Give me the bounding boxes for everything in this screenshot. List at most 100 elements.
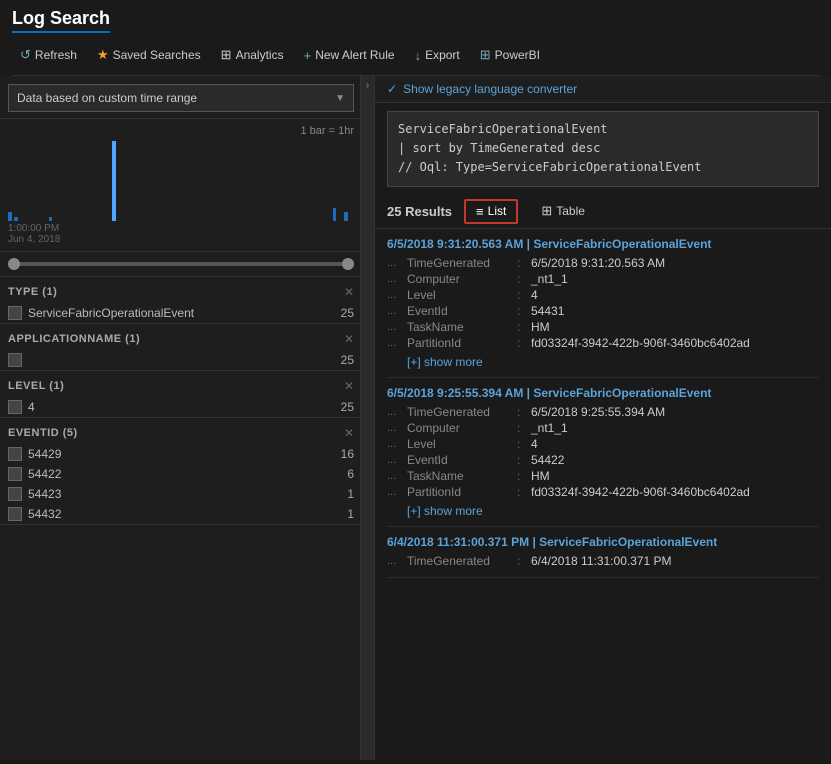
filter-label: 54423 [28, 487, 61, 501]
filter-item-left [8, 353, 28, 367]
result-field: ... TimeGenerated : 6/5/2018 9:25:55.394… [387, 404, 819, 420]
filters-container: TYPE (1)✕ ServiceFabricOperationalEvent … [0, 277, 374, 525]
field-expand-icon[interactable]: ... [387, 406, 407, 418]
field-expand-icon[interactable]: ... [387, 337, 407, 349]
range-slider [8, 262, 354, 266]
chart-bar [333, 208, 337, 221]
result-title[interactable]: 6/5/2018 9:31:20.563 AM | ServiceFabricO… [387, 237, 819, 251]
powerbi-button[interactable]: ⊞ PowerBI [472, 43, 548, 67]
result-title[interactable]: 6/4/2018 11:31:00.371 PM | ServiceFabric… [387, 535, 819, 549]
filter-checkbox[interactable] [8, 507, 22, 521]
field-name: TimeGenerated [407, 405, 517, 419]
field-expand-icon[interactable]: ... [387, 438, 407, 450]
filter-count: 25 [341, 400, 354, 414]
slider-thumb-left[interactable] [8, 258, 20, 270]
level-filter-header[interactable]: LEVEL (1)✕ [8, 371, 354, 397]
header: Log Search ↺ Refresh ★ Saved Searches ⊞ … [0, 0, 831, 76]
filter-checkbox[interactable] [8, 400, 22, 414]
saved-searches-button[interactable]: ★ Saved Searches [89, 43, 209, 67]
field-name: Computer [407, 421, 517, 435]
field-expand-icon[interactable]: ... [387, 305, 407, 317]
plus-icon: + [304, 48, 312, 63]
field-name: TimeGenerated [407, 554, 517, 568]
result-field: ... EventId : 54422 [387, 452, 819, 468]
filter-item: 54432 1 [8, 504, 354, 524]
export-button[interactable]: ↓ Export [407, 44, 468, 67]
show-more-link[interactable]: [+] show more [387, 500, 819, 518]
result-field: ... TimeGenerated : 6/4/2018 11:31:00.37… [387, 553, 819, 569]
field-expand-icon[interactable]: ... [387, 273, 407, 285]
export-icon: ↓ [415, 48, 422, 63]
filter-item-left: 54429 [8, 447, 61, 461]
result-title[interactable]: 6/5/2018 9:25:55.394 AM | ServiceFabricO… [387, 386, 819, 400]
list-icon: ≡ [476, 204, 484, 219]
list-view-button[interactable]: ≡ List [464, 199, 518, 224]
collapse-panel-button[interactable]: › [360, 76, 374, 760]
filter-close-0-icon[interactable]: ✕ [344, 285, 354, 299]
eventid-filter-header[interactable]: EVENTID (5)✕ [8, 418, 354, 444]
new-alert-rule-button[interactable]: + New Alert Rule [296, 44, 403, 67]
field-expand-icon[interactable]: ... [387, 486, 407, 498]
field-value: fd03324f-3942-422b-906f-3460bc6402ad [531, 485, 750, 499]
field-value: 4 [531, 437, 538, 451]
chevron-right-icon: › [366, 80, 369, 91]
field-sep: : [517, 437, 531, 451]
field-expand-icon[interactable]: ... [387, 454, 407, 466]
field-expand-icon[interactable]: ... [387, 321, 407, 333]
field-expand-icon[interactable]: ... [387, 470, 407, 482]
filter-checkbox[interactable] [8, 447, 22, 461]
filter-close-1-icon[interactable]: ✕ [344, 332, 354, 346]
toolbar: ↺ Refresh ★ Saved Searches ⊞ Analytics +… [12, 39, 819, 76]
time-range-select[interactable]: Data based on custom time range ▼ [8, 84, 354, 112]
star-icon: ★ [97, 47, 109, 63]
title-bar: Log Search [12, 8, 819, 33]
applicationname-filter-header[interactable]: APPLICATIONNAME (1)✕ [8, 324, 354, 350]
field-name: Computer [407, 272, 517, 286]
field-expand-icon[interactable]: ... [387, 422, 407, 434]
result-field: ... Level : 4 [387, 287, 819, 303]
field-value: 6/5/2018 9:25:55.394 AM [531, 405, 665, 419]
filter-count: 25 [341, 353, 354, 367]
field-sep: : [517, 272, 531, 286]
filter-item-left: 54423 [8, 487, 61, 501]
field-expand-icon[interactable]: ... [387, 257, 407, 269]
result-field: ... Computer : _nt1_1 [387, 420, 819, 436]
field-name: PartitionId [407, 485, 517, 499]
result-field: ... EventId : 54431 [387, 303, 819, 319]
result-field: ... TaskName : HM [387, 468, 819, 484]
field-expand-icon[interactable]: ... [387, 555, 407, 567]
filter-checkbox[interactable] [8, 487, 22, 501]
analytics-icon: ⊞ [221, 47, 232, 63]
chart-info: 1 bar = 1hr [8, 125, 354, 137]
filter-checkbox[interactable] [8, 306, 22, 320]
filter-checkbox[interactable] [8, 467, 22, 481]
legacy-banner[interactable]: ✓ Show legacy language converter [375, 76, 831, 103]
field-name: TimeGenerated [407, 256, 517, 270]
main-layout: › Data based on custom time range ▼ 1 ba… [0, 76, 831, 760]
show-more-link[interactable]: [+] show more [387, 351, 819, 369]
field-sep: : [517, 320, 531, 334]
results-count: 25 Results [387, 204, 452, 219]
filter-close-2-icon[interactable]: ✕ [344, 379, 354, 393]
filter-item: 4 25 [8, 397, 354, 417]
filter-count: 1 [347, 487, 354, 501]
refresh-button[interactable]: ↺ Refresh [12, 43, 85, 67]
table-view-button[interactable]: ⊞ Table [530, 199, 596, 223]
left-panel: › Data based on custom time range ▼ 1 ba… [0, 76, 375, 760]
analytics-button[interactable]: ⊞ Analytics [213, 43, 292, 67]
filter-item: 54423 1 [8, 484, 354, 504]
field-value: 6/4/2018 11:31:00.371 PM [531, 554, 672, 568]
filter-title-0: TYPE (1) [8, 286, 57, 298]
filter-item-left: ServiceFabricOperationalEvent [8, 306, 194, 320]
chart-canvas [8, 141, 354, 221]
type-filter-header[interactable]: TYPE (1) ✕ [8, 277, 354, 303]
chevron-down-icon: ▼ [335, 93, 345, 104]
filter-close-3-icon[interactable]: ✕ [344, 426, 354, 440]
filter-label: 4 [28, 400, 35, 414]
results-header: 25 Results ≡ List ⊞ Table [375, 195, 831, 229]
query-box[interactable]: ServiceFabricOperationalEvent | sort by … [387, 111, 819, 187]
filter-checkbox[interactable] [8, 353, 22, 367]
field-expand-icon[interactable]: ... [387, 289, 407, 301]
field-name: EventId [407, 304, 517, 318]
slider-thumb-right[interactable] [342, 258, 354, 270]
